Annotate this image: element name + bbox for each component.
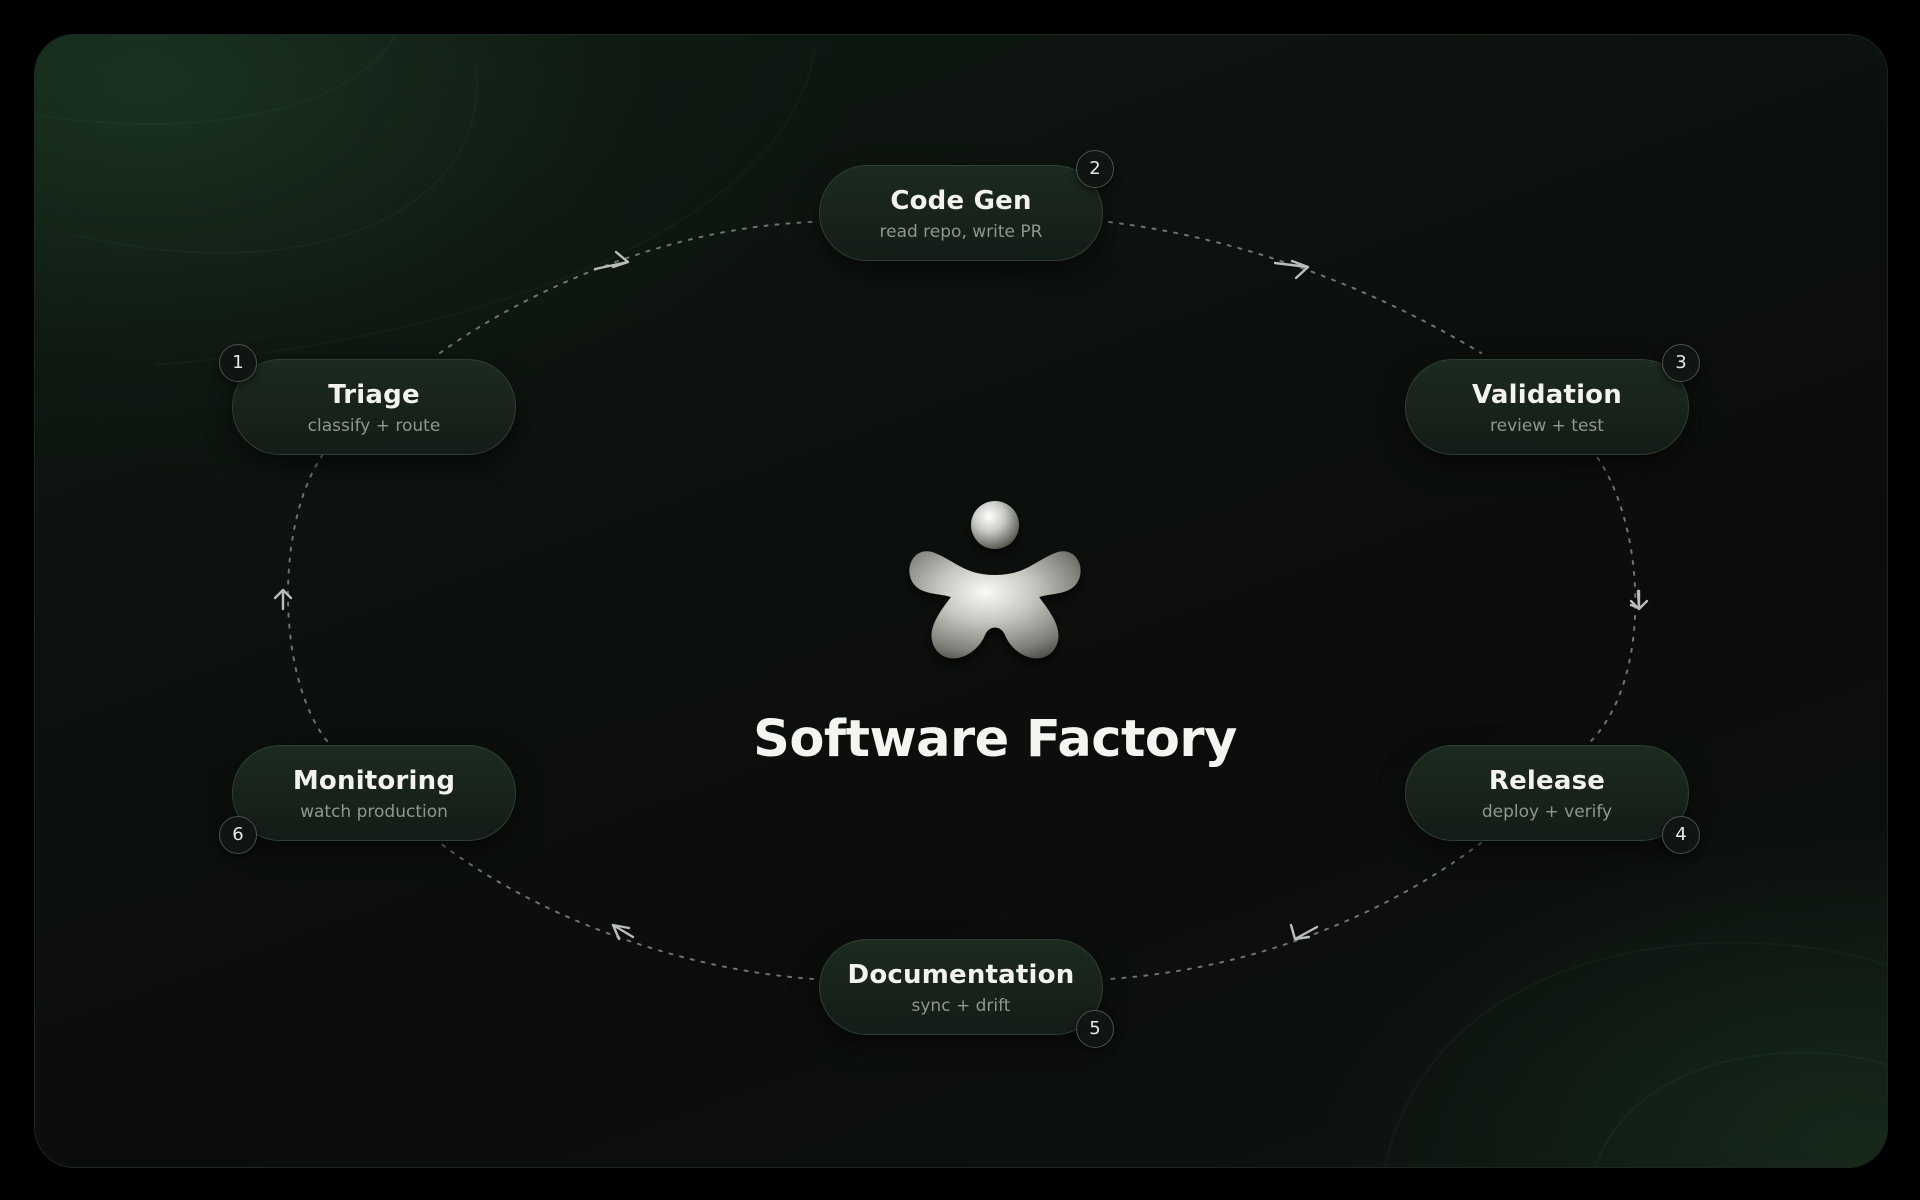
step-title: Release [1488,766,1606,796]
starfish-figure-icon [909,501,1081,659]
step-node-documentation[interactable]: Documentation sync + drift [819,939,1103,1035]
arrow-down-icon [1629,589,1649,611]
step-title: Validation [1472,380,1622,410]
step-subtitle: watch production [300,802,448,822]
step-subtitle: deploy + verify [1481,802,1613,822]
arrow-down-left-icon [1289,923,1319,941]
diagram-title: Software Factory [753,710,1237,769]
step-subtitle: review + test [1490,416,1604,436]
step-number-badge: 2 [1076,150,1114,188]
step-number-badge: 5 [1076,1010,1114,1048]
connector-release-documentation [1108,842,1482,980]
arrow-right-icon [593,250,630,271]
step-number-badge: 6 [219,816,257,854]
step-subtitle: sync + drift [911,996,1011,1016]
step-title: Triage [328,380,420,410]
arrow-up-left-icon [611,923,635,941]
step-node-validation[interactable]: Validation review + test [1405,359,1689,455]
step-number-badge: 3 [1662,344,1700,382]
step-title: Monitoring [292,766,456,796]
diagram-panel: Code Gen read repo, write PR 2 Triage cl… [34,34,1888,1168]
step-title: Documentation [847,960,1075,990]
step-node-monitoring[interactable]: Monitoring watch production [232,745,516,841]
step-node-release[interactable]: Release deploy + verify [1405,745,1689,841]
connector-validation-release [1590,448,1637,742]
connector-monitoring-triage [287,448,328,742]
step-number-badge: 1 [219,344,257,382]
connector-documentation-monitoring [439,842,814,980]
step-node-codegen[interactable]: Code Gen read repo, write PR [819,165,1103,261]
step-title: Code Gen [890,186,1032,216]
step-subtitle: classify + route [307,416,441,436]
step-subtitle: read repo, write PR [879,222,1043,242]
step-number-badge: 4 [1662,816,1700,854]
connector-triage-codegen [439,221,814,354]
step-node-triage[interactable]: Triage classify + route [232,359,516,455]
connector-codegen-validation [1108,221,1482,354]
